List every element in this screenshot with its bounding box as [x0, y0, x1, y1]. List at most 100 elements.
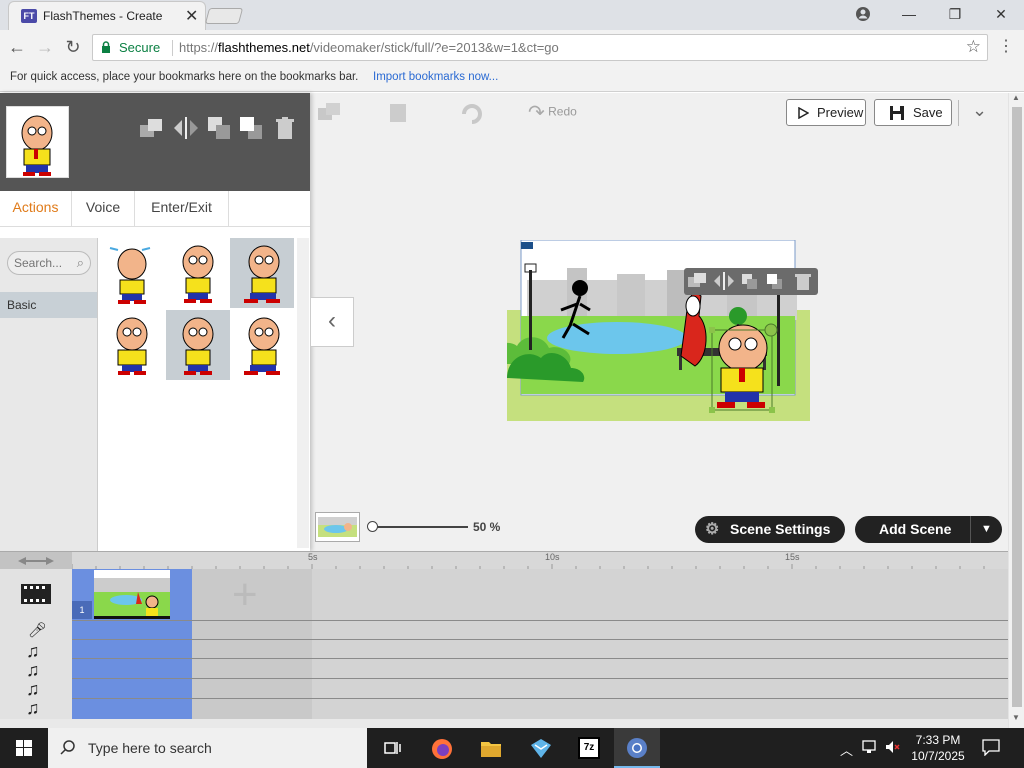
browser-tab[interactable]: FT FlashThemes - Create ✕: [8, 1, 206, 30]
taskbar-search[interactable]: Type here to search: [48, 728, 367, 768]
tab-title: FlashThemes - Create: [43, 9, 163, 23]
volume-muted-icon[interactable]: [885, 740, 901, 757]
preview-button[interactable]: Preview: [786, 99, 866, 126]
add-scene-button[interactable]: Add Scene ▼: [855, 516, 1002, 543]
bookmarks-hint: For quick access, place your bookmarks h…: [10, 71, 359, 83]
chrome-icon[interactable]: [614, 728, 660, 768]
browser-menu-icon[interactable]: ⋮: [996, 36, 1016, 58]
tick-label-5s: 5s: [308, 552, 318, 562]
7zip-icon[interactable]: 7z: [566, 728, 612, 768]
music-track-icon: ♫: [26, 679, 40, 699]
import-bookmarks-link[interactable]: Import bookmarks now...: [373, 71, 498, 83]
back-icon[interactable]: ←: [6, 36, 28, 58]
action-thumbnail[interactable]: [230, 238, 294, 308]
start-button[interactable]: [0, 728, 48, 768]
bookmark-star-icon[interactable]: ☆: [966, 37, 981, 57]
tab-actions[interactable]: Actions: [0, 191, 72, 227]
action-thumbnail[interactable]: [230, 310, 294, 380]
close-window-icon[interactable]: ✕: [986, 4, 1016, 24]
toolbar-divider: [958, 100, 959, 126]
timeline-tracks: 🎤︎ ♫ ♫ ♫ ♫ 1 +: [0, 569, 1008, 719]
action-grid: [100, 238, 295, 548]
url-scheme: https://: [179, 40, 219, 55]
vscode-insiders-icon[interactable]: [518, 728, 564, 768]
add-scene-dropdown-icon[interactable]: ▼: [970, 516, 1002, 543]
timeline-ruler[interactable]: 5s 10s 15s: [0, 551, 1008, 570]
panel-header: [0, 93, 310, 191]
file-explorer-icon[interactable]: [468, 728, 514, 768]
send-backward-icon[interactable]: [206, 115, 234, 141]
forward-icon[interactable]: →: [34, 36, 56, 58]
trash-icon[interactable]: [272, 115, 300, 141]
page-scrollbar[interactable]: ▲ ▼: [1008, 93, 1024, 728]
zoom-level: 50 %: [473, 520, 501, 534]
scene-settings-button[interactable]: ⚙ Scene Settings: [695, 516, 845, 543]
bring-forward-icon[interactable]: [238, 115, 266, 141]
music-track-icon: ♫: [26, 698, 40, 718]
plus-icon[interactable]: +: [232, 573, 258, 617]
chevron-down-icon[interactable]: ⌄: [972, 100, 987, 121]
show-hidden-icons-chevron-up-icon[interactable]: ︿: [840, 740, 853, 759]
timeline-footer: [0, 719, 1008, 728]
scene-track-thumbnail[interactable]: [94, 570, 170, 619]
taskbar-search-placeholder: Type here to search: [88, 740, 212, 756]
task-view-icon[interactable]: [369, 728, 415, 768]
track-divider: [72, 620, 1008, 621]
taskbar-clock[interactable]: 7:33 PM 10/7/2025: [903, 732, 973, 764]
reload-icon[interactable]: ↻: [62, 36, 84, 58]
scene-thumbnail[interactable]: [315, 512, 360, 542]
bookmarks-bar: For quick access, place your bookmarks h…: [0, 64, 1024, 92]
tab-enter-exit[interactable]: Enter/Exit: [135, 191, 229, 227]
zoom-slider-handle[interactable]: [367, 521, 378, 532]
minimize-window-icon[interactable]: —: [894, 4, 924, 24]
character-panel: Actions Voice Enter/Exit ⌕ Basic: [0, 93, 310, 551]
profile-icon[interactable]: [848, 4, 878, 24]
notifications-icon[interactable]: [982, 738, 1000, 759]
panel-scrollbar[interactable]: [297, 238, 309, 548]
scene-number: 1: [72, 601, 92, 619]
url-text[interactable]: https://flashthemes.net/videomaker/stick…: [179, 40, 559, 55]
action-thumbnail[interactable]: [100, 238, 164, 308]
action-search[interactable]: ⌕: [7, 251, 91, 275]
selection-context-toolbar: [684, 268, 818, 295]
tab-voice[interactable]: Voice: [72, 191, 135, 227]
scroll-down-icon[interactable]: ▼: [1012, 713, 1020, 722]
collapse-panel-button[interactable]: ‹: [310, 297, 354, 347]
address-bar[interactable]: Secure https://flashthemes.net/videomake…: [92, 34, 988, 61]
action-thumbnail[interactable]: [166, 238, 230, 308]
redo-button[interactable]: ↷ Redo: [528, 100, 577, 125]
category-basic[interactable]: Basic: [0, 292, 97, 318]
save-button[interactable]: Save: [874, 99, 952, 126]
category-column: [0, 238, 98, 551]
restore-window-icon[interactable]: ❐: [940, 4, 970, 24]
copy-icon[interactable]: [138, 115, 166, 141]
action-thumbnail[interactable]: [100, 310, 164, 380]
track-divider: [72, 678, 1008, 679]
scroll-thumb[interactable]: [1012, 107, 1022, 707]
url-host: flashthemes.net: [218, 40, 310, 55]
search-icon: [60, 740, 75, 755]
zoom-slider[interactable]: [372, 526, 468, 528]
preview-label: Preview: [817, 105, 864, 120]
add-scene-slot[interactable]: +: [192, 569, 312, 719]
flip-icon[interactable]: [172, 115, 200, 141]
close-tab-icon[interactable]: ✕: [185, 6, 198, 26]
network-icon[interactable]: [862, 740, 880, 757]
scene-settings-label: Scene Settings: [730, 521, 831, 537]
windows-taskbar: Type here to search 7z ︿ 7:33 PM 10/7/20…: [0, 728, 1024, 768]
new-tab-button[interactable]: [204, 8, 244, 24]
action-thumbnail[interactable]: [166, 310, 230, 380]
scene-track-selected[interactable]: 1: [72, 569, 192, 719]
search-icon[interactable]: ⌕: [77, 255, 84, 271]
track-divider: [72, 698, 1008, 699]
scroll-up-icon[interactable]: ▲: [1012, 93, 1020, 102]
timeline-zoom-control[interactable]: [0, 552, 72, 570]
url-path: /videomaker/stick/full/?e=2013&w=1&ct=go: [309, 40, 559, 55]
search-input[interactable]: [14, 255, 70, 271]
selected-character-thumbnail[interactable]: [6, 106, 69, 178]
firefox-icon[interactable]: [419, 728, 465, 768]
favicon-icon: FT: [21, 9, 37, 23]
track-divider: [72, 658, 1008, 659]
address-separator: [172, 40, 173, 56]
copy-ghost-icon: [318, 103, 340, 120]
